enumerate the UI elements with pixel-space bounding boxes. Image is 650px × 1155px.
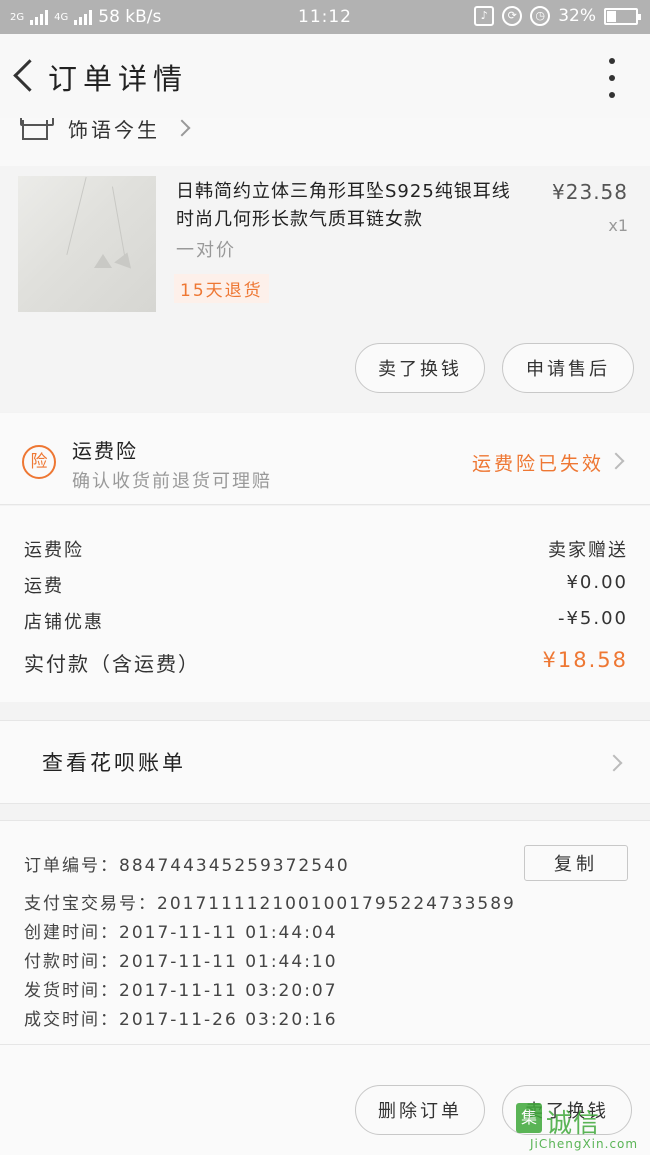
chevron-right-icon bbox=[605, 754, 623, 772]
status-bar-right: ♪ ⟳ ◷ 32% bbox=[474, 6, 641, 26]
chevron-right-icon bbox=[173, 119, 191, 137]
store-icon bbox=[20, 118, 54, 140]
store-name: 饰语今生 bbox=[68, 118, 160, 142]
battery-icon bbox=[604, 7, 641, 25]
alipay-number-row: 支付宝交易号：2017111121001001795224733589 bbox=[24, 889, 516, 914]
order-number-label: 订单编号： bbox=[24, 856, 119, 876]
copy-button[interactable]: 复制 bbox=[524, 845, 628, 881]
paid-time: 2017-11-11 01:44:10 bbox=[119, 952, 338, 972]
fee-summary: 运费险 卖家赠送 运费 ¥0.00 店铺优惠 -¥5.00 实付款（含运费） ¥… bbox=[0, 506, 650, 702]
delete-order-button[interactable]: 删除订单 bbox=[355, 1085, 485, 1135]
fee-label: 运费险 bbox=[24, 540, 84, 561]
shipped-time: 2017-11-11 03:20:07 bbox=[119, 981, 338, 1001]
status-bar-left: 2G 4G 58 kB/s bbox=[10, 7, 161, 27]
watermark: 集 诚信 JiChengXin.com bbox=[516, 1103, 644, 1155]
sell-for-cash-button[interactable]: 卖了换钱 bbox=[355, 343, 485, 393]
total-label: 实付款（含运费） bbox=[24, 652, 200, 676]
network-type-right: 4G bbox=[54, 11, 69, 23]
product-spec: 一对价 bbox=[176, 240, 236, 261]
product-title[interactable]: 日韩简约立体三角形耳坠S925纯银耳线时尚几何形长款气质耳链女款 bbox=[176, 178, 526, 234]
paid-time-label: 付款时间： bbox=[24, 952, 119, 972]
created-time-label: 创建时间： bbox=[24, 923, 119, 943]
chevron-right-icon bbox=[607, 452, 625, 470]
bottom-action-bar: 删除订单 卖了换钱 集 诚信 JiChengXin.com bbox=[0, 1044, 650, 1155]
clock: 11:12 bbox=[298, 7, 352, 27]
more-menu-icon[interactable] bbox=[604, 58, 620, 98]
order-info: 订单编号：884744345259372540 复制 支付宝交易号：201711… bbox=[0, 820, 650, 1044]
watermark-logo: 集 bbox=[516, 1103, 542, 1133]
closed-time-label: 成交时间： bbox=[24, 1010, 119, 1030]
insurance-icon: 险 bbox=[22, 445, 56, 479]
signal-icon bbox=[30, 9, 49, 25]
paid-time-row: 付款时间：2017-11-11 01:44:10 bbox=[24, 947, 338, 972]
created-time-row: 创建时间：2017-11-11 01:44:04 bbox=[24, 918, 338, 943]
created-time: 2017-11-11 01:44:04 bbox=[119, 923, 338, 943]
mute-icon: ♪ bbox=[474, 6, 495, 26]
watermark-url: JiChengXin.com bbox=[530, 1137, 639, 1151]
fee-row-shipping: 运费 ¥0.00 bbox=[24, 572, 628, 602]
total-value: ¥18.58 bbox=[542, 648, 628, 672]
huabei-bill-label: 查看花呗账单 bbox=[42, 751, 186, 775]
network-type-left: 2G bbox=[10, 11, 25, 23]
shipped-time-label: 发货时间： bbox=[24, 981, 119, 1001]
alipay-number-label: 支付宝交易号： bbox=[24, 894, 157, 914]
store-row[interactable]: 饰语今生 bbox=[0, 118, 650, 166]
fee-value: ¥0.00 bbox=[566, 572, 628, 593]
page-title: 订单详情 bbox=[48, 62, 189, 96]
shipping-insurance-row[interactable]: 险 运费险 确认收货前退货可理赔 运费险已失效 bbox=[0, 413, 650, 505]
fee-label: 运费 bbox=[24, 576, 64, 597]
watermark-text: 诚信 bbox=[546, 1109, 601, 1139]
closed-time-row: 成交时间：2017-11-26 03:20:16 bbox=[24, 1005, 338, 1030]
product-card: 日韩简约立体三角形耳坠S925纯银耳线时尚几何形长款气质耳链女款 一对价 15天… bbox=[0, 166, 650, 412]
rotation-lock-icon: ⟳ bbox=[502, 6, 523, 26]
product-image[interactable] bbox=[18, 176, 156, 312]
after-sale-button[interactable]: 申请售后 bbox=[502, 343, 634, 393]
back-icon[interactable] bbox=[6, 52, 46, 98]
insurance-status: 运费险已失效 bbox=[471, 453, 604, 475]
fee-label: 店铺优惠 bbox=[24, 612, 104, 633]
fee-row-total: 实付款（含运费） ¥18.58 bbox=[24, 648, 628, 678]
order-number-row: 订单编号：884744345259372540 bbox=[24, 851, 350, 876]
alipay-number: 2017111121001001795224733589 bbox=[157, 894, 516, 914]
insurance-description: 确认收货前退货可理赔 bbox=[72, 471, 272, 492]
product-quantity: x1 bbox=[608, 216, 628, 235]
status-bar: 2G 4G 58 kB/s 11:12 ♪ ⟳ ◷ 32% bbox=[0, 0, 650, 34]
fee-row-discount: 店铺优惠 -¥5.00 bbox=[24, 608, 628, 638]
product-price: ¥23.58 bbox=[552, 180, 628, 204]
insurance-title: 运费险 bbox=[72, 439, 138, 463]
alarm-icon: ◷ bbox=[530, 6, 551, 26]
fee-value: -¥5.00 bbox=[557, 608, 628, 629]
battery-percent: 32% bbox=[558, 6, 596, 26]
network-speed: 58 kB/s bbox=[98, 7, 162, 27]
signal-icon-2 bbox=[74, 9, 93, 25]
app-header: 订单详情 bbox=[0, 34, 650, 118]
closed-time: 2017-11-26 03:20:16 bbox=[119, 1010, 338, 1030]
return-policy-badge: 15天退货 bbox=[174, 274, 269, 303]
fee-row-insurance: 运费险 卖家赠送 bbox=[24, 536, 628, 566]
fee-value: 卖家赠送 bbox=[548, 540, 628, 561]
shipped-time-row: 发货时间：2017-11-11 03:20:07 bbox=[24, 976, 338, 1001]
order-number: 884744345259372540 bbox=[119, 856, 350, 876]
huabei-bill-row[interactable]: 查看花呗账单 bbox=[0, 720, 650, 804]
